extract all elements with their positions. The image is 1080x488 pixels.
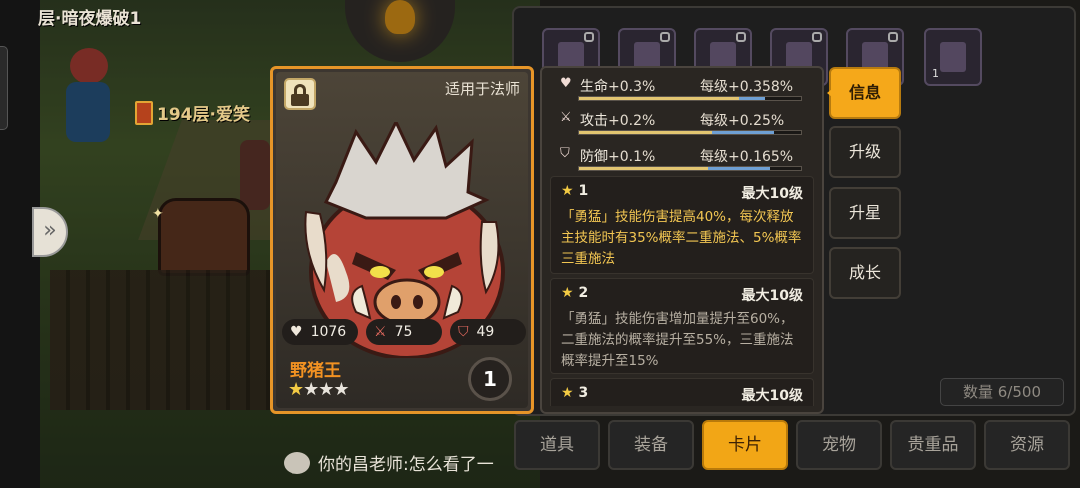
skill-item: ★ 2 最大10级 「勇猛」技能伤害增加量提升至60%，二重施法的概率提升至55%… [550, 278, 814, 374]
def-value: 49 [476, 324, 495, 340]
tab-equipment[interactable]: 装备 [608, 420, 694, 470]
star-rating: ★★★★ [288, 379, 350, 400]
card-name: 野猪王 [290, 361, 341, 381]
attribute-value: +0.1% [608, 149, 656, 165]
sparkle-icon: ✦ [152, 206, 164, 222]
per-level-value: +0.165% [728, 149, 794, 165]
banner-flag-icon [135, 100, 153, 125]
star-icon: ★ [288, 379, 304, 400]
bar-fill [579, 131, 713, 134]
lock-icon [584, 32, 594, 42]
info-button[interactable]: 信息 [827, 67, 901, 119]
star-icon: ★ [333, 379, 349, 400]
floor-label-top: 层·暗夜爆破1 [38, 9, 142, 29]
skill-item: ★ 3 最大10级 [550, 378, 814, 406]
chat-line[interactable]: 你的昌老师:怎么看了一 [284, 450, 494, 475]
per-level-value: +0.25% [728, 113, 785, 129]
heart-icon: ♥ [560, 76, 572, 91]
tab-pets[interactable]: 宠物 [796, 420, 882, 470]
card-level-badge: 1 [468, 357, 512, 401]
tab-items[interactable]: 道具 [514, 420, 600, 470]
tab-resources[interactable]: 资源 [984, 420, 1070, 470]
attribute-name: 攻击 [580, 113, 608, 129]
lock-icon [660, 32, 670, 42]
hp-value: 1076 [310, 324, 347, 340]
slot-count: 1 [932, 67, 939, 80]
lock-icon [812, 32, 822, 42]
atk-stat: ⚔ 75 [366, 319, 442, 345]
star-icon: ★ [561, 385, 574, 401]
growth-button[interactable]: 成长 [829, 247, 901, 299]
sword-icon: ⚔ [560, 110, 572, 125]
skill-number: 3 [578, 385, 589, 401]
attribute-row: ♥ 生命+0.3% 每级+0.358% [556, 72, 806, 102]
lock-button[interactable] [284, 78, 316, 110]
side-drawer-handle[interactable] [0, 46, 8, 130]
tab-cards[interactable]: 卡片 [702, 420, 788, 470]
bar-fill [579, 97, 739, 100]
tab-valuables[interactable]: 贵重品 [890, 420, 976, 470]
shield-icon: ⛉ [458, 324, 469, 340]
skill-text: 「勇猛」技能伤害提高40%，每次释放主技能时有35%概率二重施法、5%概率三重施… [561, 209, 802, 267]
floor-label-mid-text: 194层·爱笑 [157, 105, 250, 125]
card-class-requirement: 适用于法师 [444, 80, 520, 98]
inventory-tabs: 道具 装备 卡片 宠物 贵重品 资源 [514, 420, 1070, 472]
attribute-progress-bar [578, 130, 802, 135]
chat-bubble-icon [284, 451, 310, 474]
per-level-label: 每级 [700, 149, 728, 165]
skill-text: 「勇猛」技能伤害增加量提升至60%，二重施法的概率提升至55%，三重施法概率提升… [561, 311, 794, 369]
skill-list[interactable]: ★ 1 最大10级 「勇猛」技能伤害提高40%，每次释放主技能时有35%概率二重施… [550, 176, 814, 406]
per-level-label: 每级 [700, 113, 728, 129]
attribute-row: ⚔ 攻击+0.2% 每级+0.25% [556, 106, 806, 136]
bar-fill-next [738, 97, 766, 100]
skill-number: 1 [578, 183, 589, 199]
card-stats: ♥ 1076 ⚔ 75 ⛉ 49 [282, 319, 526, 345]
attribute-value: +0.3% [608, 79, 656, 95]
atk-value: 75 [394, 324, 413, 340]
attribute-label: 攻击+0.2% [580, 110, 655, 130]
def-stat: ⛉ 49 [450, 319, 526, 345]
attribute-name: 防御 [580, 149, 608, 165]
skill-max-level: 最大10级 [741, 388, 803, 404]
attribute-label: 防御+0.1% [580, 146, 655, 166]
attribute-value: +0.2% [608, 113, 656, 129]
upgrade-button[interactable]: 升级 [829, 126, 901, 178]
skill-number: 2 [578, 285, 589, 301]
attribute-progress-bar [578, 96, 802, 101]
attribute-label: 生命+0.3% [580, 76, 655, 96]
skill-max-level: 最大10级 [741, 186, 803, 202]
game-screen: { "scene": { "floor_top_label": "层·暗夜爆破1… [0, 0, 1080, 488]
bar-fill-next [712, 131, 775, 134]
floor-label-mid[interactable]: 194层·爱笑 [135, 100, 250, 125]
star-icon: ★ [318, 379, 334, 400]
bar-fill [579, 167, 708, 170]
sword-icon: ⚔ [374, 324, 387, 340]
inventory-capacity: 数量 6/500 [940, 378, 1064, 406]
inventory-slot[interactable]: 1 [924, 28, 982, 86]
chat-text: 你的昌老师:怎么看了一 [318, 455, 494, 475]
star-icon: ★ [561, 285, 574, 301]
lock-icon [736, 32, 746, 42]
per-level-value: +0.358% [728, 79, 794, 95]
skill-max-level: 最大10级 [741, 288, 803, 304]
per-level-label: 每级 [700, 79, 728, 95]
attribute-name: 生命 [580, 79, 608, 95]
attribute-per-level: 每级+0.165% [700, 146, 793, 166]
star-icon: ★ [561, 183, 574, 199]
bar-fill-next [707, 167, 770, 170]
hp-stat: ♥ 1076 [282, 319, 358, 345]
lock-icon [888, 32, 898, 42]
attribute-per-level: 每级+0.358% [700, 76, 793, 96]
star-icon: ★ [303, 379, 319, 400]
shield-icon: ⛉ [560, 146, 570, 161]
star-up-button[interactable]: 升星 [829, 187, 901, 239]
attribute-progress-bar [578, 166, 802, 171]
skill-item: ★ 1 最大10级 「勇猛」技能伤害提高40%，每次释放主技能时有35%概率二重施… [550, 176, 814, 274]
attribute-per-level: 每级+0.25% [700, 110, 784, 130]
attribute-row: ⛉ 防御+0.1% 每级+0.165% [556, 142, 806, 172]
heart-icon: ♥ [290, 324, 303, 340]
